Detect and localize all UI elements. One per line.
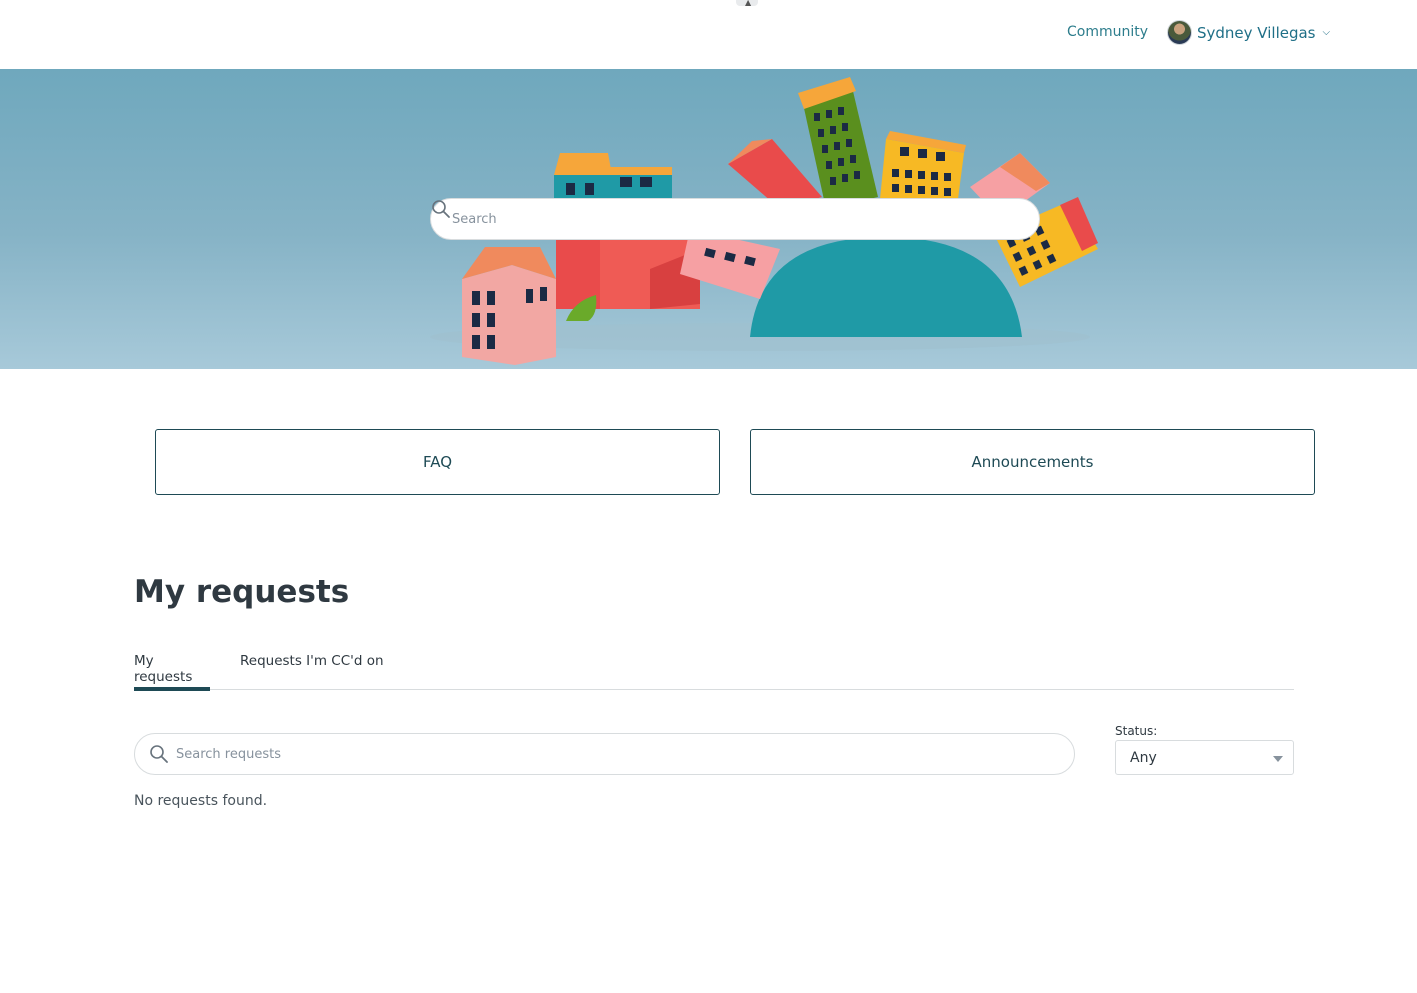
- top-navigation-bar: ▲ Community Sydney Villegas ⌵: [0, 0, 1417, 69]
- nav-link-community[interactable]: Community: [1067, 24, 1148, 40]
- empty-state-message: No requests found.: [134, 793, 268, 809]
- hero-banner: [0, 69, 1417, 369]
- requests-search-bar[interactable]: [134, 733, 1075, 775]
- search-icon: [150, 745, 168, 763]
- status-filter-select[interactable]: Any: [1115, 740, 1294, 775]
- tab-requests-cc[interactable]: Requests I'm CC'd on: [240, 651, 384, 689]
- caret-up-icon: ▲: [745, 0, 752, 7]
- user-menu[interactable]: Sydney Villegas ⌵: [1167, 20, 1330, 45]
- avatar: [1167, 20, 1192, 45]
- caret-down-icon: [1273, 756, 1283, 762]
- category-card-faq[interactable]: FAQ: [155, 429, 720, 495]
- hero-search-bar[interactable]: [430, 198, 1040, 240]
- requests-search-input[interactable]: [176, 746, 1036, 762]
- user-name: Sydney Villegas: [1197, 23, 1316, 42]
- status-filter-value: Any: [1130, 750, 1157, 766]
- requests-tabs: My requests Requests I'm CC'd on: [134, 651, 1294, 691]
- scroll-to-top-tab[interactable]: ▲: [736, 0, 758, 7]
- status-filter-label: Status:: [1115, 724, 1158, 738]
- chevron-down-icon: ⌵: [1322, 27, 1331, 38]
- tab-my-requests[interactable]: My requests: [134, 651, 210, 691]
- category-card-announcements[interactable]: Announcements: [750, 429, 1315, 495]
- search-icon: [432, 200, 450, 218]
- page-title: My requests: [134, 574, 350, 610]
- hero-search-input[interactable]: [452, 211, 972, 227]
